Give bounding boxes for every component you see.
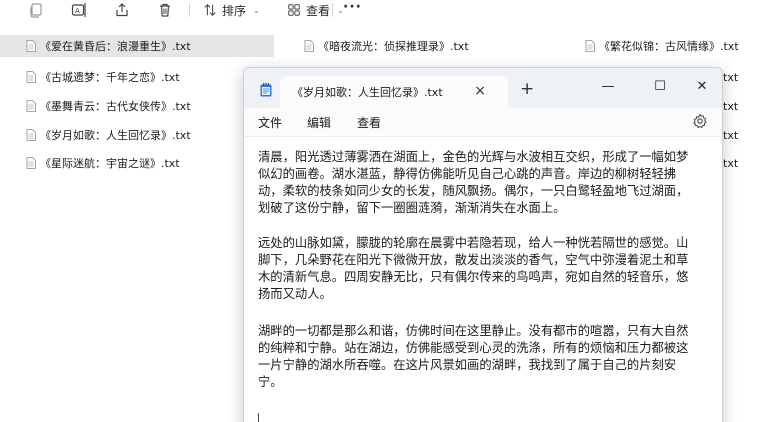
view-button[interactable]: 查看 ⌄ — [287, 1, 344, 19]
text-file-icon — [26, 157, 36, 169]
menu-view[interactable]: 查看 — [357, 114, 381, 131]
sort-icon — [204, 4, 216, 16]
file-name: txt — [723, 156, 739, 170]
new-tab-button[interactable]: + — [520, 80, 534, 98]
file-item-partial[interactable]: txt — [723, 95, 738, 117]
file-item-partial[interactable]: txt — [723, 152, 738, 174]
text-editor-area[interactable]: 清晨，阳光透过薄雾洒在湖面上，金色的光辉与水波相互交织，形成了一幅如梦 似幻的画… — [244, 137, 722, 422]
notepad-window: 《岁月如歌：人生回忆录》.txt × + — ☐ ✕ 文件 编辑 查看 清晨，阳… — [243, 67, 723, 422]
file-item[interactable]: 《爱在黄昏后：浪漫重生》.txt — [0, 35, 274, 57]
paragraph-3: 湖畔的一切都是那么和谐，仿佛时间在这里静止。没有都市的喧嚣，只有大自然 的纯粹和… — [258, 323, 722, 391]
svg-text:A: A — [75, 7, 80, 15]
text-file-icon — [585, 40, 595, 52]
share-icon[interactable] — [113, 1, 131, 19]
file-name: 《暗夜流光：侦探推理录》.txt — [318, 40, 469, 53]
view-label: 查看 — [306, 3, 331, 18]
text-line: 木的清新气息。四周安静无比，只有偶尔传来的鸟鸣声，宛如自然的轻音乐，悠 — [258, 270, 689, 284]
file-name: 《古城遗梦：千年之恋》.txt — [40, 71, 180, 84]
text-file-icon — [26, 71, 36, 83]
gear-icon[interactable] — [692, 113, 708, 129]
paragraph-1: 清晨，阳光透过薄雾洒在湖面上，金色的光辉与水波相互交织，形成了一幅如梦 似幻的画… — [258, 149, 722, 217]
text-line: 动，柔软的枝条如同少女的长发，随风飘扬。偶尔，一只白鹭轻盈地飞过湖面， — [258, 184, 689, 198]
file-item-partial[interactable]: txt — [723, 66, 738, 88]
text-line: 清晨，阳光透过薄雾洒在湖面上，金色的光辉与水波相互交织，形成了一幅如梦 — [258, 150, 689, 164]
notepad-app-icon — [260, 82, 272, 97]
file-name: 《繁花似锦：古风情缘》.txt — [599, 40, 739, 53]
paragraph-2: 远处的山脉如黛，朦胧的轮廓在晨雾中若隐若现，给人一种恍若隔世的感觉。山 脚下，几… — [258, 235, 722, 303]
explorer-toolbar: A 排序 ⌄ 查看 ⌄ ··· — [0, 0, 772, 22]
text-line: 扬而又动人。 — [258, 287, 332, 301]
file-name: 《星际迷航：宇宙之谜》.txt — [40, 157, 180, 170]
file-name: 《墨舞青云：古代女侠传》.txt — [40, 100, 191, 113]
notepad-menubar: 文件 编辑 查看 — [244, 108, 722, 137]
file-name: 《爱在黄昏后：浪漫重生》.txt — [40, 40, 191, 53]
file-name: txt — [723, 99, 739, 113]
more-options-button[interactable]: ··· — [343, 0, 362, 18]
file-item[interactable]: 《繁花似锦：古风情缘》.txt — [559, 35, 739, 57]
sort-button[interactable]: 排序 ⌄ — [203, 1, 260, 19]
notepad-titlebar[interactable]: 《岁月如歌：人生回忆录》.txt × + — ☐ ✕ — [244, 68, 722, 108]
text-file-icon — [26, 40, 36, 52]
sort-label: 排序 — [222, 3, 247, 18]
text-line: 的纯粹和宁静。站在湖边，仿佛能感受到心灵的洗涤，所有的烦恼和压力都被这 — [258, 341, 689, 355]
close-tab-icon[interactable]: × — [474, 83, 486, 99]
chevron-down-icon: ⌄ — [253, 5, 260, 15]
text-line: 似幻的画卷。湖水湛蓝，静得仿佛能听见自己心跳的声音。岸边的柳树轻轻拂 — [258, 167, 677, 181]
close-window-button[interactable]: ✕ — [690, 76, 714, 96]
text-cursor — [258, 413, 259, 422]
file-item-partial[interactable]: txt — [723, 124, 738, 146]
maximize-button[interactable]: ☐ — [648, 76, 672, 96]
text-line: 划破了这份宁静，留下一圈圈涟漪，渐渐消失在水面上。 — [258, 201, 566, 215]
text-file-icon — [26, 100, 36, 112]
file-item[interactable]: 《星际迷航：宇宙之谜》.txt — [0, 152, 180, 174]
text-file-icon — [26, 129, 36, 141]
tab-title: 《岁月如歌：人生回忆录》.txt — [292, 86, 443, 99]
desktop-screen: A 排序 ⌄ 查看 ⌄ ··· 《爱在黄昏后：浪漫重生》.txt 《古城遗梦：千… — [0, 0, 772, 422]
view-icon — [288, 4, 300, 16]
text-line: 湖畔的一切都是那么和谐，仿佛时间在这里静止。没有都市的喧嚣，只有大自然 — [258, 324, 689, 338]
tab-active-document[interactable]: 《岁月如歌：人生回忆录》.txt × — [280, 76, 508, 108]
file-item[interactable]: 《暗夜流光：侦探推理录》.txt — [278, 35, 469, 57]
file-name: txt — [723, 70, 739, 84]
file-name: 《岁月如歌：人生回忆录》.txt — [40, 129, 191, 142]
rename-icon[interactable]: A — [70, 1, 88, 19]
copy-icon[interactable] — [27, 1, 45, 19]
menu-file[interactable]: 文件 — [258, 114, 282, 131]
file-item[interactable]: 《古城遗梦：千年之恋》.txt — [0, 66, 180, 88]
text-file-icon — [304, 40, 314, 52]
minimize-button[interactable]: — — [596, 76, 620, 96]
file-name: txt — [723, 128, 739, 142]
text-line: 远处的山脉如黛，朦胧的轮廓在晨雾中若隐若现，给人一种恍若隔世的感觉。山 — [258, 236, 689, 250]
toolbar-divider — [189, 3, 190, 17]
menu-edit[interactable]: 编辑 — [307, 114, 331, 131]
text-line: 一片宁静的湖水所吞噬。在这片风景如画的湖畔，我找到了属于自己的片刻安 — [258, 358, 677, 372]
delete-icon[interactable] — [156, 1, 174, 19]
file-item[interactable]: 《墨舞青云：古代女侠传》.txt — [0, 95, 191, 117]
text-line: 宁。 — [258, 375, 283, 389]
file-item[interactable]: 《岁月如歌：人生回忆录》.txt — [0, 124, 191, 146]
text-line: 脚下，几朵野花在阳光下微微开放，散发出淡淡的香气，空气中弥漫着泥土和草 — [258, 253, 689, 267]
